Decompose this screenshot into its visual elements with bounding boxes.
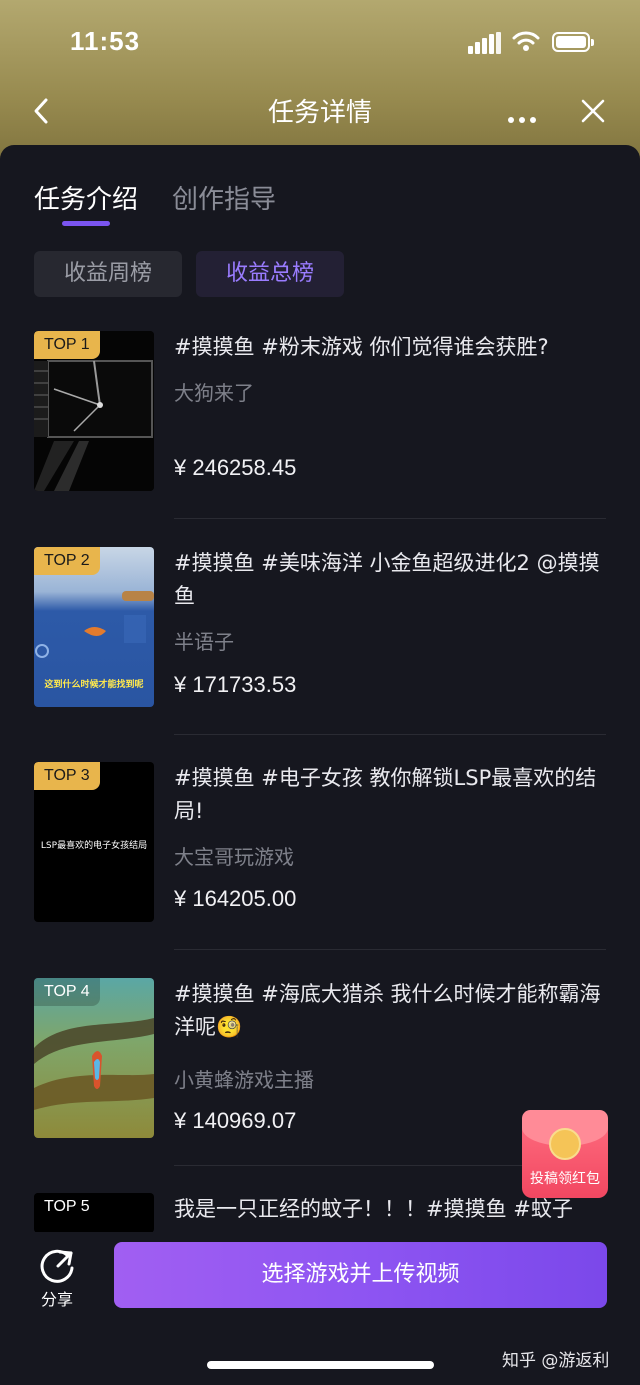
video-title[interactable]: #摸摸鱼 #电子女孩 教你解锁LSP最喜欢的结局!	[174, 762, 606, 828]
list-item[interactable]: TOP 5 我是一只正经的蚊子！！！#摸摸鱼 #蚊子	[34, 1193, 606, 1233]
author-name: 半语子	[174, 630, 234, 654]
share-label[interactable]: 分享	[30, 1286, 84, 1310]
divider	[174, 949, 606, 950]
active-tab-indicator	[62, 221, 110, 226]
status-time: 11:53	[70, 26, 141, 56]
bottom-bar: 分享 选择游戏并上传视频 知乎 @游返利	[0, 1232, 640, 1385]
upload-video-button[interactable]: 选择游戏并上传视频	[114, 1242, 607, 1308]
list-item[interactable]: LSP最喜欢的电子女孩结局 TOP 3 #摸摸鱼 #电子女孩 教你解锁LSP最喜…	[34, 762, 606, 952]
video-thumbnail[interactable]: 这到什么时候才能找到呢 TOP 2	[34, 547, 154, 707]
rank-badge: TOP 1	[34, 331, 100, 359]
rank-badge: TOP 4	[34, 978, 100, 1006]
author-name: 大狗来了	[174, 381, 254, 405]
filter-total-earnings[interactable]: 收益总榜	[196, 251, 344, 297]
earnings-amount: ¥ 171733.53	[174, 672, 297, 697]
coin-icon	[549, 1128, 581, 1160]
video-title[interactable]: #摸摸鱼 #粉末游戏 你们觉得谁会获胜?	[174, 331, 606, 364]
divider	[174, 734, 606, 735]
video-thumbnail[interactable]: TOP 1	[34, 331, 154, 491]
earnings-amount: ¥ 164205.00	[174, 886, 297, 911]
video-title[interactable]: #摸摸鱼 #海底大猎杀 我什么时候才能称霸海洋呢🧐	[174, 978, 606, 1044]
more-icon[interactable]	[508, 108, 541, 127]
tab-task-intro[interactable]: 任务介绍	[34, 179, 138, 216]
home-indicator[interactable]	[207, 1361, 434, 1369]
red-packet-button[interactable]: 投稿领红包	[522, 1110, 608, 1198]
red-packet-label: 投稿领红包	[530, 1171, 600, 1187]
filter-weekly-earnings[interactable]: 收益周榜	[34, 251, 182, 297]
earnings-amount: ¥ 140969.07	[174, 1108, 297, 1133]
status-bar: 11:53	[0, 0, 640, 84]
page-title: 任务详情	[267, 98, 372, 128]
video-thumbnail[interactable]: LSP最喜欢的电子女孩结局 TOP 3	[34, 762, 154, 922]
nav-bar: 任务详情	[0, 84, 640, 140]
watermark: 知乎 @游返利	[502, 1351, 610, 1371]
video-title[interactable]: #摸摸鱼 #美味海洋 小金鱼超级进化2 @摸摸鱼	[174, 547, 606, 613]
divider	[174, 518, 606, 519]
task-sheet: 任务介绍 创作指导 收益周榜 收益总榜 TOP 1 #摸摸鱼 #粉末游戏 你们觉…	[0, 145, 640, 1385]
list-item[interactable]: 这到什么时候才能找到呢 TOP 2 #摸摸鱼 #美味海洋 小金鱼超级进化2 @摸…	[34, 547, 606, 737]
list-item[interactable]: TOP 4 #摸摸鱼 #海底大猎杀 我什么时候才能称霸海洋呢🧐 小黄蜂游戏主播 …	[34, 978, 606, 1168]
share-icon[interactable]	[38, 1246, 78, 1286]
thumbnail-caption: 这到什么时候才能找到呢	[44, 680, 144, 690]
thumbnail-caption: LSP最喜欢的电子女孩结局	[40, 841, 148, 851]
video-thumbnail[interactable]: TOP 4	[34, 978, 154, 1138]
video-thumbnail[interactable]: TOP 5	[34, 1193, 154, 1233]
rank-badge: TOP 5	[34, 1193, 100, 1221]
battery-icon	[552, 32, 594, 52]
cellular-signal-icon	[468, 32, 502, 54]
tab-creation-guide[interactable]: 创作指导	[172, 179, 276, 216]
author-name: 小黄蜂游戏主播	[174, 1068, 314, 1092]
rank-badge: TOP 2	[34, 547, 100, 575]
list-item[interactable]: TOP 1 #摸摸鱼 #粉末游戏 你们觉得谁会获胜? 大狗来了 ¥ 246258…	[34, 331, 606, 521]
earnings-amount: ¥ 246258.45	[174, 455, 297, 480]
close-icon[interactable]	[578, 96, 608, 126]
wifi-icon	[512, 31, 540, 51]
author-name: 大宝哥玩游戏	[174, 845, 294, 869]
rank-badge: TOP 3	[34, 762, 100, 790]
